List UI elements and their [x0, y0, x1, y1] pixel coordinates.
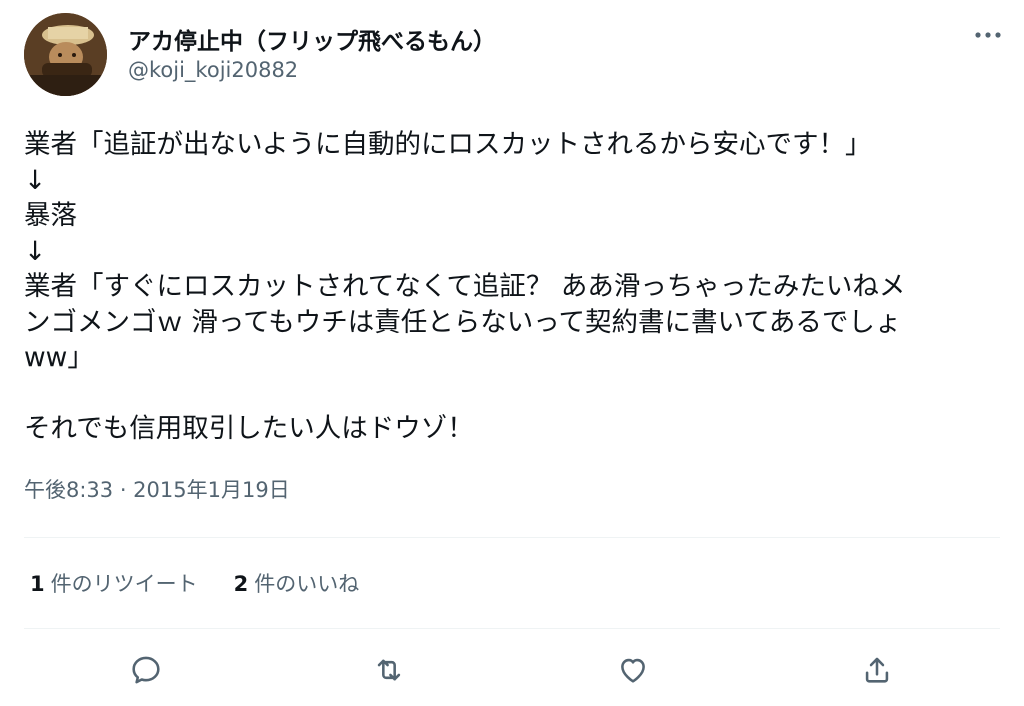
- tweet-line: 暴落: [24, 200, 77, 231]
- tweet-line: ↓: [24, 235, 47, 267]
- reply-icon: [132, 656, 160, 684]
- handle[interactable]: @koji_koji20882: [128, 58, 298, 82]
- tweet-line: ↓: [24, 164, 47, 196]
- share-button[interactable]: [857, 650, 897, 690]
- timestamp[interactable]: 午後8:33 · 2015年1月19日: [24, 474, 290, 504]
- like-label: 件のいいね: [254, 572, 360, 596]
- retweet-label: 件のリツイート: [50, 572, 198, 596]
- retweet-button[interactable]: [369, 650, 409, 690]
- display-name[interactable]: アカ停止中（フリップ飛べるもん）: [128, 22, 496, 56]
- like-button[interactable]: [613, 650, 653, 690]
- tweet-line: ンゴメンゴｗ 滑ってもウチは責任とらないって契約書に書いてあるでしょ: [24, 306, 902, 338]
- tweet-line: ww」: [24, 342, 94, 373]
- more-button[interactable]: [968, 20, 1008, 50]
- tweet-text: 業者「追証が出ないように自動的にロスカットされるから安心です！」 ↓ 暴落 ↓ …: [24, 127, 1009, 447]
- like-count: 2: [233, 572, 249, 596]
- tweet-line: 業者「追証が出ないように自動的にロスカットされるから安心です！」: [24, 129, 872, 160]
- divider: [24, 537, 1000, 538]
- retweet-count-link[interactable]: 1 件のリツイート: [30, 568, 198, 598]
- engagement-stats: 1 件のリツイート 2 件のいいね: [30, 568, 395, 598]
- share-icon: [865, 657, 889, 683]
- divider: [24, 628, 1000, 629]
- tweet-line: [24, 376, 1009, 412]
- more-icon: [975, 32, 1001, 38]
- avatar-photo: [24, 13, 107, 96]
- retweet-icon: [377, 659, 401, 681]
- like-count-link[interactable]: 2 件のいいね: [234, 568, 360, 598]
- reply-button[interactable]: [126, 650, 166, 690]
- retweet-count: 1: [30, 572, 45, 596]
- avatar[interactable]: [24, 13, 107, 96]
- heart-icon: [621, 658, 645, 683]
- tweet-line: それでも信用取引したい人はドウゾ！: [24, 413, 474, 444]
- tweet-line: 業者「すぐにロスカットされてなくて追証？ ああ滑っちゃったみたいねメ: [24, 271, 906, 302]
